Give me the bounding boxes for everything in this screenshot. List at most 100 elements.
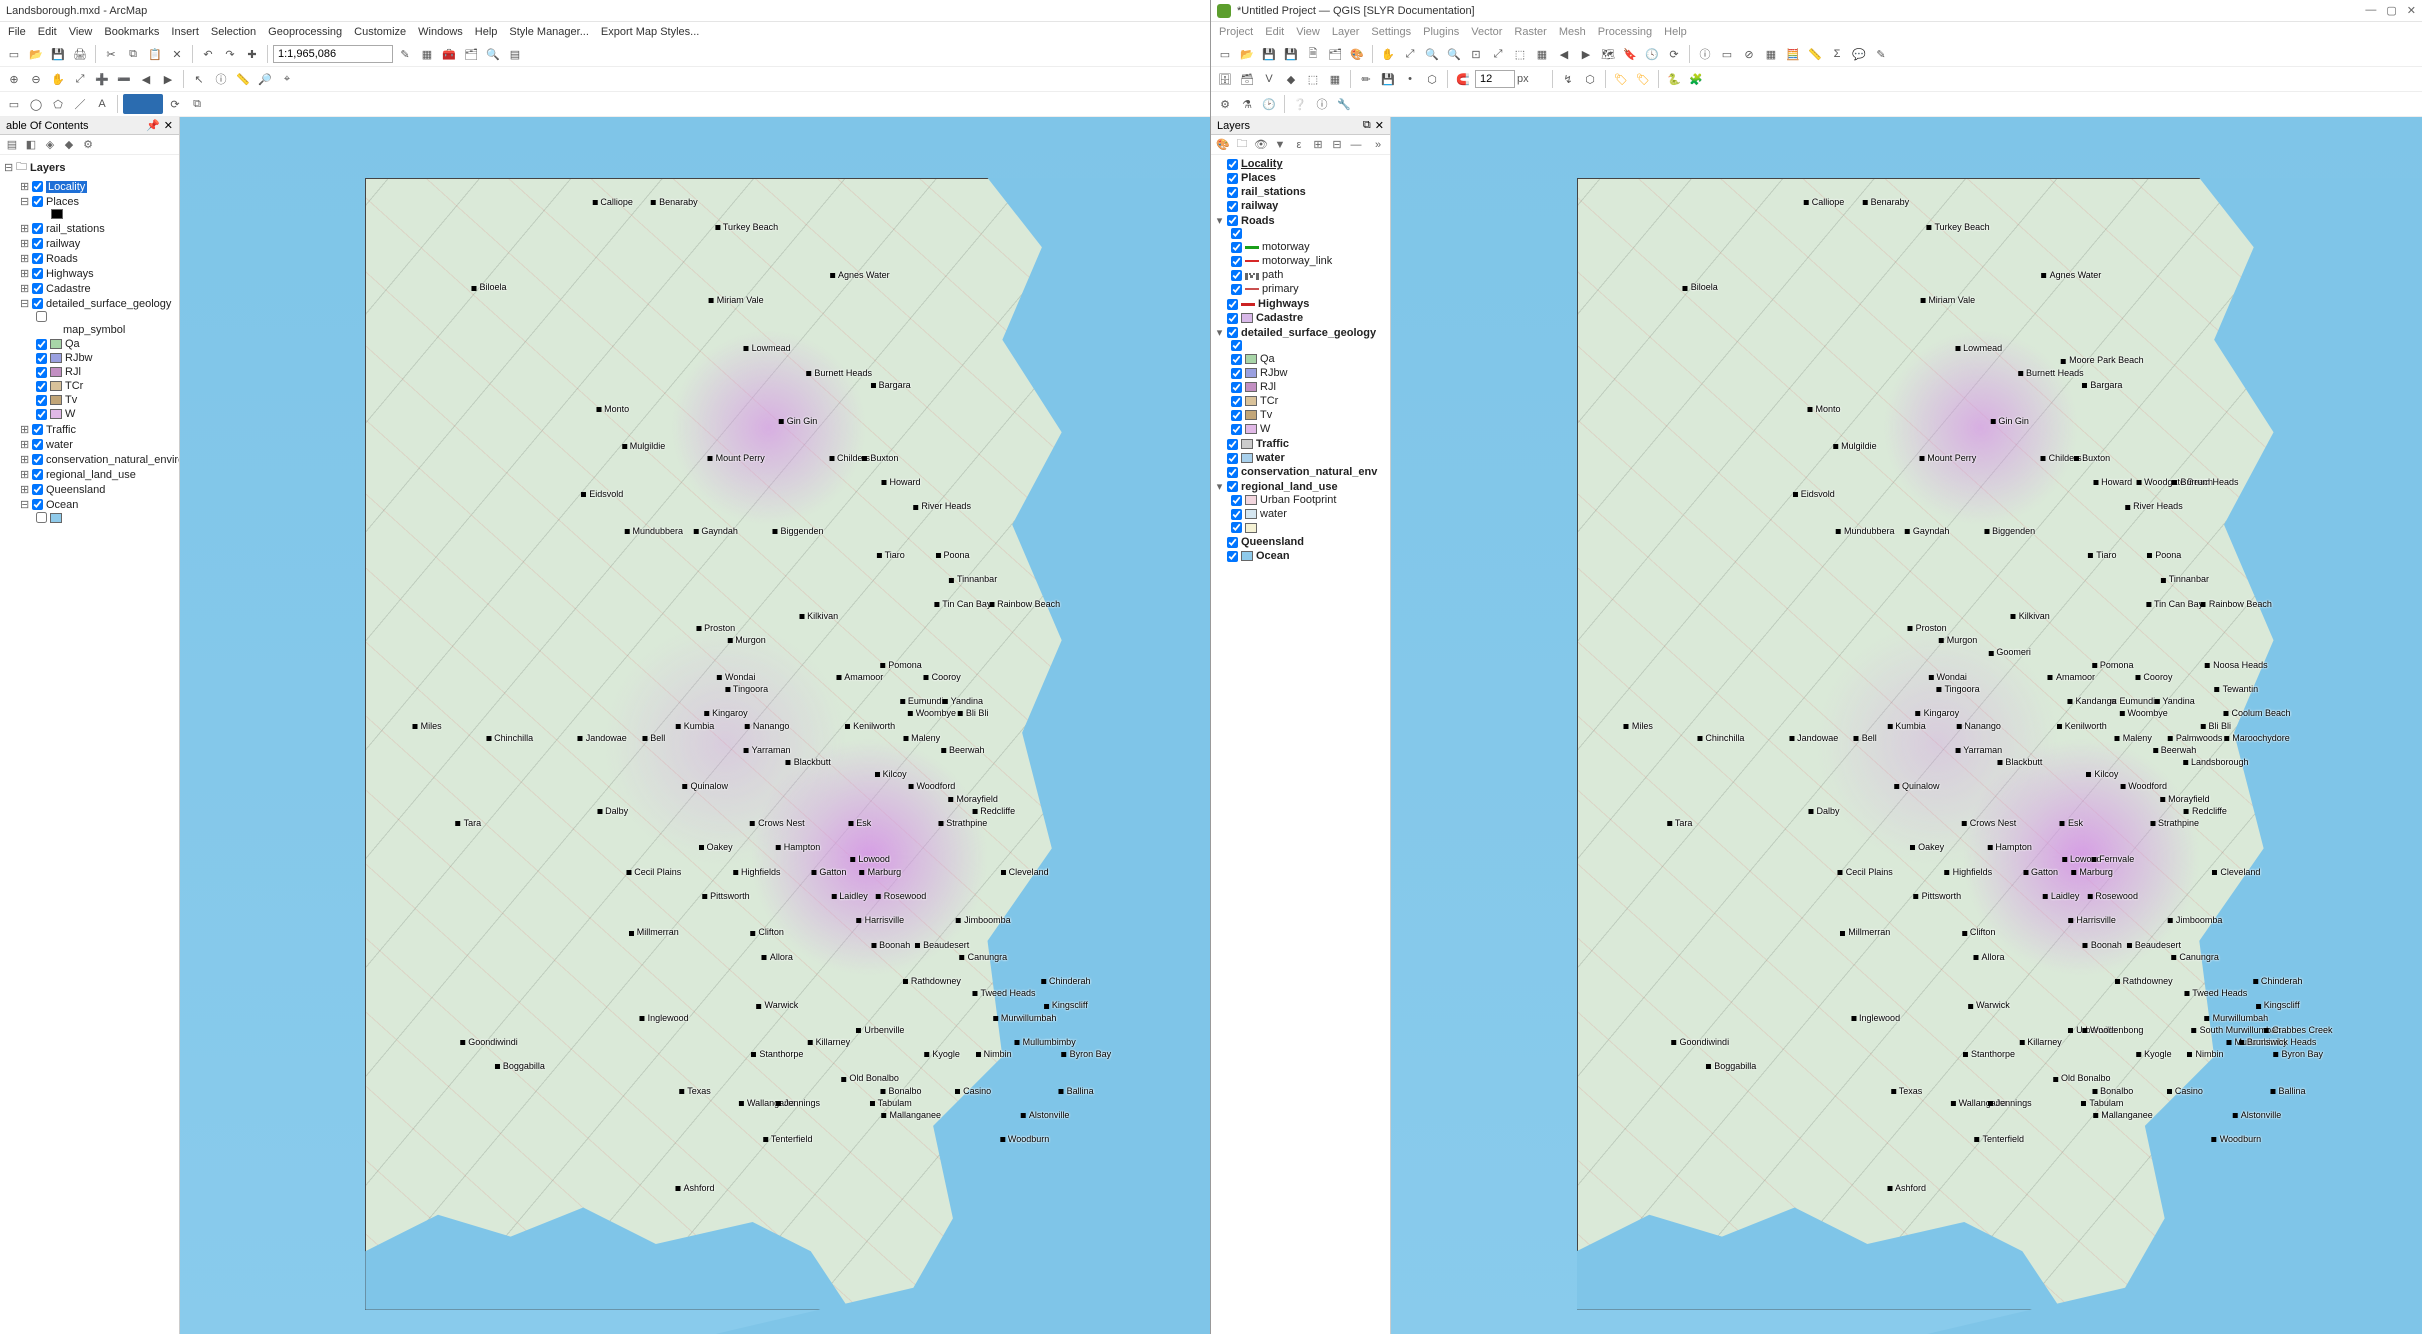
list-by-source-icon[interactable]: ◧ [23, 137, 39, 153]
expand-icon[interactable]: ▾ [1215, 480, 1224, 493]
zoom-in-icon[interactable]: ⊕ [4, 69, 24, 89]
layer-row[interactable]: water [1215, 452, 1390, 464]
symbol-checkbox[interactable] [1231, 270, 1242, 281]
expand-icon[interactable]: ⊞ [20, 468, 29, 481]
menu-geoprocessing[interactable]: Geoprocessing [268, 26, 342, 38]
layer-row[interactable]: ▾ regional_land_use [1215, 480, 1390, 493]
undock-icon[interactable]: ⧉ [1363, 119, 1371, 132]
symbol-row[interactable] [36, 209, 179, 219]
save-as-icon[interactable]: 💾 [1281, 44, 1301, 64]
expand-icon[interactable]: ⊞ [20, 180, 29, 193]
identify-icon[interactable]: ⓘ [1695, 44, 1715, 64]
add-group-icon[interactable]: 🗀 [1234, 137, 1250, 153]
list-by-vis-icon[interactable]: ◈ [42, 137, 58, 153]
symbol-checkbox[interactable] [36, 353, 47, 364]
expand-icon[interactable]: ⊞ [20, 267, 29, 280]
arcmap-menubar[interactable]: FileEditViewBookmarksInsertSelectionGeop… [0, 22, 1210, 42]
symbol-row[interactable]: water [1231, 508, 1390, 520]
menu-plugins[interactable]: Plugins [1423, 26, 1459, 38]
symbol-checkbox[interactable] [1231, 242, 1242, 253]
draw-poly-icon[interactable]: ⬠ [48, 94, 68, 114]
layout-manager-icon[interactable]: 🗂 [1325, 44, 1345, 64]
layer-checkbox[interactable] [1227, 159, 1238, 170]
new-layout-icon[interactable]: 🗎 [1303, 44, 1323, 64]
expand-icon[interactable]: ⊟ [20, 195, 29, 208]
symbol-checkbox[interactable] [1231, 522, 1242, 533]
symbol-row[interactable]: TCr [36, 380, 179, 392]
forward-icon[interactable]: ▶ [158, 69, 178, 89]
menu-layer[interactable]: Layer [1332, 26, 1360, 38]
pin-icon[interactable]: 📌 [146, 119, 160, 132]
add-feature-icon[interactable]: • [1400, 69, 1420, 89]
menu-vector[interactable]: Vector [1471, 26, 1502, 38]
layer-row[interactable]: ▾ detailed_surface_geology [1215, 326, 1390, 339]
layer-checkbox[interactable] [1227, 201, 1238, 212]
plugins-icon[interactable]: 🧩 [1686, 69, 1706, 89]
new-virtual-icon[interactable]: ⬚ [1303, 69, 1323, 89]
menu-edit[interactable]: Edit [1265, 26, 1284, 38]
measure-icon[interactable]: 📏 [1805, 44, 1825, 64]
new-spatialite-icon[interactable]: ◆ [1281, 69, 1301, 89]
layer-row[interactable]: ⊞ Traffic [20, 423, 179, 436]
layer-checkbox[interactable] [32, 181, 43, 192]
add-data-icon[interactable]: ✚ [242, 44, 262, 64]
symbol-checkbox[interactable] [36, 381, 47, 392]
layer-row[interactable]: ⊞ Highways [20, 267, 179, 280]
layer-checkbox[interactable] [1227, 551, 1238, 562]
filter-legend-icon[interactable]: ▼ [1272, 137, 1288, 153]
expand-icon[interactable]: ⊞ [20, 222, 29, 235]
symbol-row[interactable]: W [36, 408, 179, 420]
expand-icon[interactable]: ⊟ [20, 297, 29, 310]
symbol-checkbox[interactable] [1231, 228, 1242, 239]
toolbox-icon[interactable]: 🧰 [439, 44, 459, 64]
layer-row[interactable]: conservation_natural_env [1215, 466, 1390, 478]
draw-circle-icon[interactable]: ◯ [26, 94, 46, 114]
editor-icon[interactable]: ✎ [395, 44, 415, 64]
menu-file[interactable]: File [8, 26, 26, 38]
symbol-row[interactable] [1231, 340, 1390, 351]
layers-root[interactable]: ⊟ 🗀 Layers [0, 157, 179, 178]
new-bookmark-icon[interactable]: 🔖 [1620, 44, 1640, 64]
close-icon[interactable]: ✕ [164, 119, 173, 132]
symbol-checkbox[interactable] [36, 339, 47, 350]
symbol-checkbox[interactable] [1231, 396, 1242, 407]
undo-icon[interactable]: ↶ [198, 44, 218, 64]
draw-text-icon[interactable]: A [92, 94, 112, 114]
symbol-checkbox[interactable] [1231, 368, 1242, 379]
copy-icon[interactable]: ⧉ [123, 44, 143, 64]
layer-row[interactable]: Places [1215, 172, 1390, 184]
layer-checkbox[interactable] [1227, 481, 1238, 492]
menu-export-map-styles-[interactable]: Export Map Styles... [601, 26, 699, 38]
symbol-row[interactable] [36, 311, 179, 322]
new-shapefile-icon[interactable]: V [1259, 69, 1279, 89]
layer-checkbox[interactable] [1227, 299, 1238, 310]
layer-row[interactable]: railway [1215, 200, 1390, 212]
layer-row[interactable]: ⊞ regional_land_use [20, 468, 179, 481]
python-icon[interactable]: ▤ [505, 44, 525, 64]
menu-help[interactable]: Help [475, 26, 498, 38]
layer-checkbox[interactable] [1227, 439, 1238, 450]
save-edits-icon[interactable]: 💾 [1378, 69, 1398, 89]
symbol-row[interactable]: Qa [36, 338, 179, 350]
menu-view[interactable]: View [69, 26, 93, 38]
deselect-icon[interactable]: ⊘ [1739, 44, 1759, 64]
layer-checkbox[interactable] [32, 223, 43, 234]
open-project-icon[interactable]: 📂 [1237, 44, 1257, 64]
layer-row[interactable]: ⊞ Cadastre [20, 282, 179, 295]
layer-row[interactable]: Ocean [1215, 550, 1390, 562]
menu-style-manager-[interactable]: Style Manager... [509, 26, 589, 38]
expand-icon[interactable]: ⊟ [20, 498, 29, 511]
zoom-native-icon[interactable]: ⊡ [1466, 44, 1486, 64]
layer-checkbox[interactable] [1227, 313, 1238, 324]
search-icon[interactable]: 🔍 [483, 44, 503, 64]
trace-icon[interactable]: ↯ [1558, 69, 1578, 89]
symbol-checkbox[interactable] [1231, 340, 1242, 351]
new-icon[interactable]: ▭ [4, 44, 24, 64]
symbol-row[interactable]: W [1231, 423, 1390, 435]
layer-row[interactable]: Traffic [1215, 438, 1390, 450]
symbol-checkbox[interactable] [1231, 424, 1242, 435]
symbol-checkbox[interactable] [1231, 509, 1242, 520]
symbol-row[interactable]: RJl [36, 366, 179, 378]
minimize-icon[interactable]: — [2365, 4, 2376, 17]
manage-visibility-icon[interactable]: 👁 [1253, 137, 1269, 153]
